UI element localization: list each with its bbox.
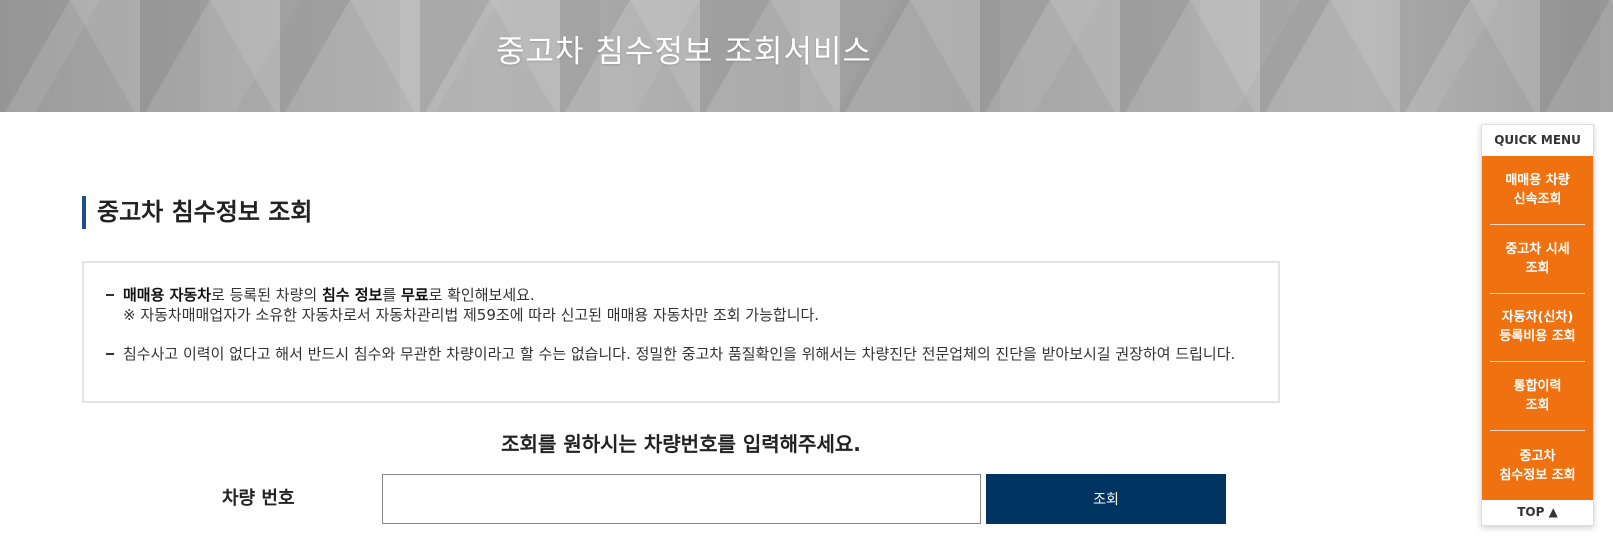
quick-menu-item-integrated-history[interactable]: 통합이력 조회 xyxy=(1490,362,1585,432)
scroll-top-button[interactable]: TOP ▲ xyxy=(1482,500,1593,524)
section-title: 중고차 침수정보 조회 xyxy=(82,196,312,229)
banner-title: 중고차 침수정보 조회서비스 xyxy=(496,34,872,70)
quick-menu-item-fast-lookup[interactable]: 매매용 차량 신속조회 xyxy=(1490,156,1585,225)
notice-line: 매매용 자동차로 등록된 차량의 침수 정보를 무료로 확인해보세요. xyxy=(123,285,1256,305)
quick-menu-list: 매매용 차량 신속조회 중고차 시세 조회 자동차(신차) 등록비용 조회 통합… xyxy=(1482,156,1593,500)
input-prompt: 조회를 원하시는 차량번호를 입력해주세요. xyxy=(501,432,861,456)
emphasis-text: 침수 정보 xyxy=(321,286,383,304)
plate-number-input[interactable] xyxy=(382,474,981,524)
dash-bullet-icon xyxy=(106,353,114,355)
page-banner: 중고차 침수정보 조회서비스 xyxy=(0,0,1613,112)
plate-number-label: 차량 번호 xyxy=(222,488,295,509)
notice-box: 매매용 자동차로 등록된 차량의 침수 정보를 무료로 확인해보세요. ※ 자동… xyxy=(82,261,1280,403)
dash-bullet-icon xyxy=(106,294,114,296)
notice-text: 로 확인해보세요. xyxy=(428,286,535,304)
notice-item: 매매용 자동차로 등록된 차량의 침수 정보를 무료로 확인해보세요. ※ 자동… xyxy=(106,285,1256,325)
notice-item: 침수사고 이력이 없다고 해서 반드시 침수와 무관한 차량이라고 할 수는 없… xyxy=(106,344,1266,364)
quick-menu-title: QUICK MENU xyxy=(1494,133,1581,147)
notice-line: 침수사고 이력이 없다고 해서 반드시 침수와 무관한 차량이라고 할 수는 없… xyxy=(123,345,1236,363)
quick-menu-item-market-price[interactable]: 중고차 시세 조회 xyxy=(1490,225,1585,294)
notice-subline: ※ 자동차매매업자가 소유한 자동차로서 자동차관리법 제59조에 따라 신고된… xyxy=(123,306,820,324)
emphasis-text: 매매용 자동차 xyxy=(123,286,212,304)
quick-menu-item-flood-info[interactable]: 중고차 침수정보 조회 xyxy=(1490,431,1585,500)
notice-text: 를 xyxy=(382,286,401,304)
emphasis-text: 무료 xyxy=(400,286,429,304)
notice-text: 로 등록된 차량의 xyxy=(211,286,322,304)
search-button[interactable]: 조회 xyxy=(986,474,1226,524)
quick-menu-item-registration-cost[interactable]: 자동차(신차) 등록비용 조회 xyxy=(1490,294,1585,363)
quick-menu: QUICK MENU 매매용 차량 신속조회 중고차 시세 조회 자동차(신차)… xyxy=(1481,124,1594,526)
